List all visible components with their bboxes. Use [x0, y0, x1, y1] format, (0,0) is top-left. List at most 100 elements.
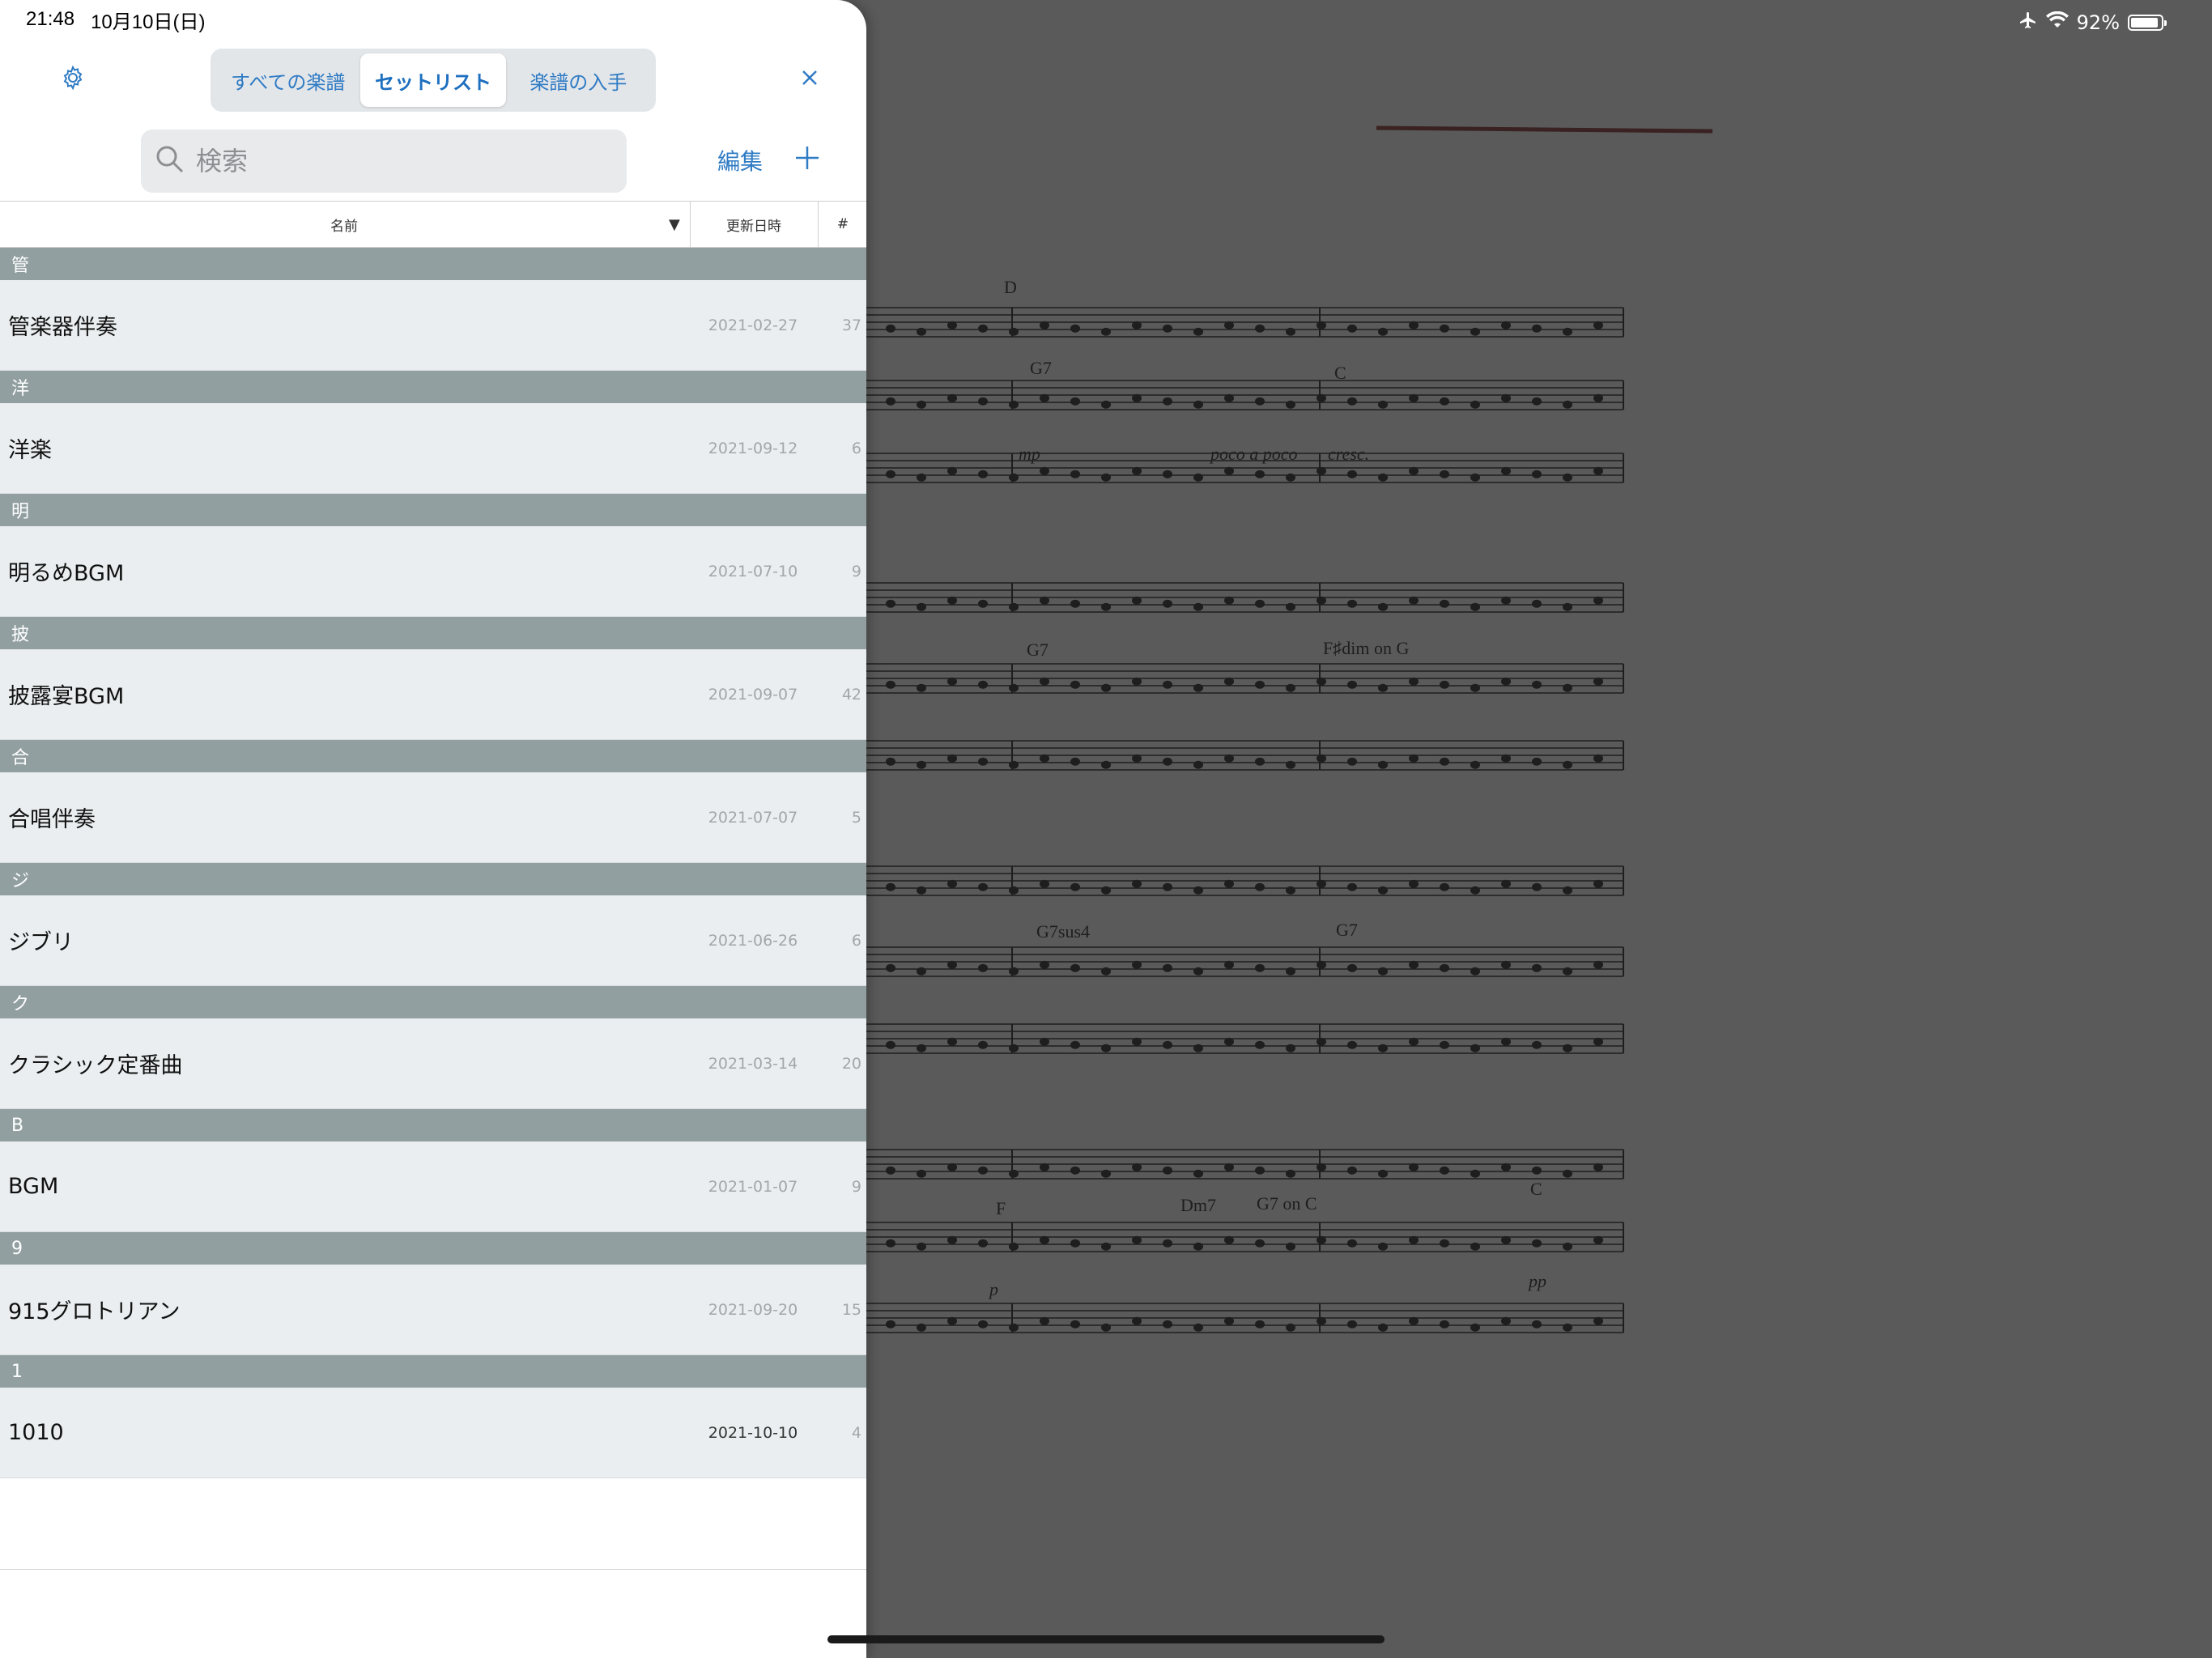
note-head — [1101, 1323, 1111, 1332]
note-head — [1409, 466, 1419, 475]
note-head — [1070, 882, 1080, 891]
section-header: 洋 — [0, 371, 866, 403]
note-head — [1193, 602, 1203, 611]
tab-0[interactable]: すべての楽譜 — [215, 53, 360, 107]
note-head — [917, 1044, 926, 1052]
note-head — [917, 327, 926, 336]
setlist-row[interactable]: 915グロトリアン 2021-09-20 15 — [0, 1265, 866, 1355]
note-head — [1409, 677, 1419, 686]
setlist-row[interactable]: 管楽器伴奏 2021-02-27 37 — [0, 280, 866, 371]
tab-2[interactable]: 楽譜の入手 — [506, 53, 651, 107]
setlist-row[interactable]: クラシック定番曲 2021-03-14 20 — [0, 1018, 866, 1109]
note-head — [1563, 602, 1572, 611]
note-head — [886, 1320, 895, 1329]
setlist-row[interactable]: ジブリ 2021-06-26 6 — [0, 895, 866, 986]
note-head — [1040, 1316, 1049, 1325]
note-head — [1286, 886, 1295, 895]
add-setlist-button[interactable] — [793, 144, 826, 176]
setlist-row[interactable]: 1010 2021-10-10 4 — [0, 1388, 866, 1478]
setlist-row[interactable]: 合唱伴奏 2021-07-07 5 — [0, 772, 866, 863]
tab-1[interactable]: セットリスト — [360, 53, 506, 107]
note-head — [1163, 963, 1172, 972]
setlist-row[interactable]: BGM 2021-01-07 9 — [0, 1141, 866, 1232]
note-head — [1440, 963, 1449, 972]
note-head — [947, 466, 957, 475]
column-count[interactable]: # — [818, 202, 866, 247]
note-head — [1193, 1169, 1203, 1178]
note-head — [1378, 602, 1388, 611]
chord-symbol: G7 — [1030, 358, 1052, 378]
note-head — [978, 599, 988, 608]
dynamic-marking: cresc. — [1328, 444, 1369, 464]
note-head — [1070, 1040, 1080, 1049]
note-head — [1440, 882, 1449, 891]
section-header: 明 — [0, 494, 866, 526]
note-head — [1070, 963, 1080, 972]
note-head — [1255, 963, 1265, 972]
note-head — [1009, 683, 1019, 692]
note-head — [1286, 1169, 1295, 1178]
settings-button[interactable] — [57, 63, 89, 96]
chord-symbol: C — [1530, 1179, 1542, 1199]
dynamic-marking: poco a poco — [1209, 444, 1298, 464]
note-head — [1286, 683, 1295, 692]
setlist-list: 管管楽器伴奏 2021-02-27 37 洋洋楽 2021-09-12 6 明明るめBGM 2… — [0, 248, 866, 1478]
note-head — [1470, 602, 1480, 611]
note-head — [1470, 1044, 1480, 1052]
app-root: G7 C G7 F♯dim on G G7sus4 G7 F Dm7 G7 on C C Dmp po… — [0, 0, 2212, 1658]
note-head — [1532, 324, 1542, 333]
note-head — [1040, 960, 1049, 969]
note-head — [1009, 760, 1019, 769]
note-head — [1009, 400, 1019, 409]
search-field[interactable] — [141, 130, 627, 193]
note-head — [917, 886, 926, 895]
setlist-updated: 2021-09-12 — [708, 439, 798, 457]
note-head — [1563, 886, 1572, 895]
note-head — [1470, 473, 1480, 482]
note-head — [1593, 879, 1603, 888]
note-head — [1193, 1044, 1203, 1052]
note-head — [1163, 1239, 1172, 1248]
note-head — [947, 1163, 957, 1171]
setlist-row[interactable]: 洋楽 2021-09-12 6 — [0, 403, 866, 494]
view-tabs: すべての楽譜 セットリスト 楽譜の入手 — [211, 49, 656, 112]
note-head — [1440, 397, 1449, 406]
note-head — [886, 882, 895, 891]
close-button[interactable] — [793, 63, 826, 96]
note-head — [1317, 1316, 1326, 1325]
note-head — [1563, 683, 1572, 692]
note-head — [1286, 967, 1295, 976]
note-head — [1255, 680, 1265, 689]
note-head — [1224, 596, 1234, 605]
status-time: 21:48 — [26, 8, 75, 30]
note-head — [1070, 1320, 1080, 1329]
note-head — [1593, 960, 1603, 969]
setlist-row[interactable]: 明るめBGM 2021-07-10 9 — [0, 526, 866, 617]
note-head — [1317, 1163, 1326, 1171]
column-header: 名前 ▼ 更新日時 # — [0, 201, 866, 248]
note-head — [1501, 879, 1511, 888]
note-head — [1286, 327, 1295, 336]
home-indicator[interactable] — [827, 1635, 1385, 1643]
note-head — [1501, 596, 1511, 605]
note-head — [1470, 967, 1480, 976]
section-header: 披 — [0, 617, 866, 649]
note-head — [1193, 400, 1203, 409]
note-head — [947, 960, 957, 969]
note-head — [1009, 1169, 1019, 1178]
note-head — [1070, 470, 1080, 478]
setlist-updated: 2021-02-27 — [708, 316, 798, 334]
edit-button[interactable]: 編集 — [717, 144, 763, 176]
note-head — [1224, 1037, 1234, 1046]
note-head — [1440, 1320, 1449, 1329]
note-head — [1409, 321, 1419, 329]
column-updated[interactable]: 更新日時 — [690, 202, 817, 247]
setlist-row[interactable]: 披露宴BGM 2021-09-07 42 — [0, 649, 866, 740]
battery-percent: 92% — [2076, 11, 2120, 34]
note-head — [1593, 1316, 1603, 1325]
search-input[interactable] — [194, 145, 602, 177]
note-head — [1378, 1242, 1388, 1251]
column-name[interactable]: 名前 — [0, 202, 688, 247]
note-head — [1040, 1163, 1049, 1171]
note-head — [1193, 886, 1203, 895]
